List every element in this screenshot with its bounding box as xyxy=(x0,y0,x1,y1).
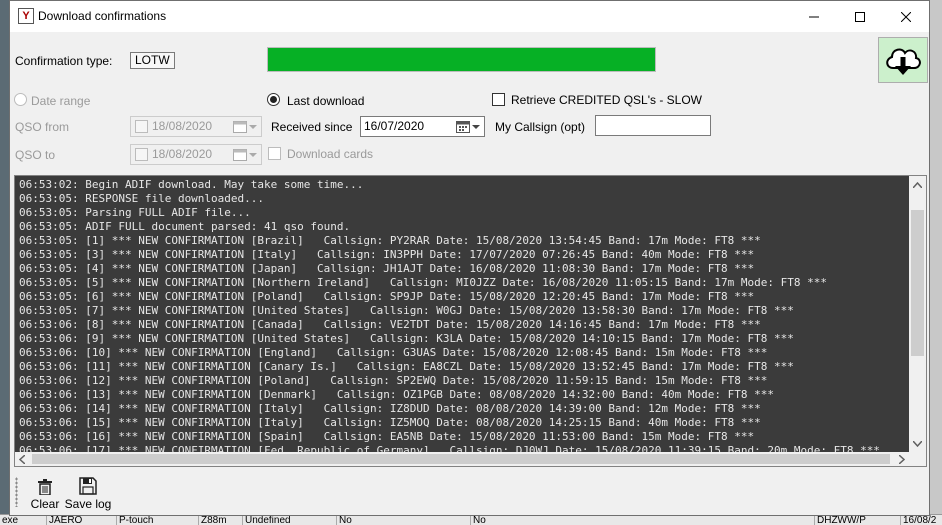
download-confirmations-window: Y Download confirmations Confirmation ty… xyxy=(9,0,930,516)
my-callsign-input[interactable] xyxy=(595,115,711,136)
chevron-right-icon xyxy=(899,454,905,464)
log-line: 06:53:05: [1] *** NEW CONFIRMATION [Braz… xyxy=(19,234,761,247)
taskbar-cell: 16/08/2 xyxy=(900,515,942,525)
taskbar-cell: exe xyxy=(2,515,19,525)
scrollbar-corner xyxy=(909,452,926,466)
qso-to-value: 18/08/2020 xyxy=(152,147,213,161)
bottom-toolbar: Clear Save log xyxy=(14,473,927,513)
received-since-value: 16/07/2020 xyxy=(364,119,425,133)
last-download-radio[interactable] xyxy=(267,93,280,106)
log-lines: 06:53:02: Begin ADIF download. May take … xyxy=(19,178,911,454)
taskbar-cell: JAERO xyxy=(46,515,86,525)
log-line: 06:53:06: [11] *** NEW CONFIRMATION [Can… xyxy=(19,360,794,373)
log-line: 06:53:05: [4] *** NEW CONFIRMATION [Japa… xyxy=(19,262,755,275)
horizontal-scroll-thumb[interactable] xyxy=(32,454,890,464)
minimize-button[interactable] xyxy=(791,1,837,32)
log-line: 06:53:05: [3] *** NEW CONFIRMATION [Ital… xyxy=(19,248,755,261)
log-line: 06:53:06: [8] *** NEW CONFIRMATION [Cana… xyxy=(19,318,761,331)
log-line: 06:53:06: [15] *** NEW CONFIRMATION [Ita… xyxy=(19,416,761,429)
window-title: Download confirmations xyxy=(38,9,167,23)
log-line: 06:53:06: [14] *** NEW CONFIRMATION [Ita… xyxy=(19,402,761,415)
date-range-label: Date range xyxy=(31,94,91,108)
date-range-radio[interactable] xyxy=(14,93,27,106)
log-line: 06:53:05: [5] *** NEW CONFIRMATION [Nort… xyxy=(19,276,827,289)
chevron-left-icon xyxy=(19,454,25,464)
desktop-background-left xyxy=(0,0,9,525)
calendar-icon xyxy=(233,149,247,161)
log-output[interactable]: 06:53:02: Begin ADIF download. May take … xyxy=(14,175,927,467)
log-line: 06:53:05: Parsing FULL ADIF file... xyxy=(19,206,251,219)
log-line: 06:53:05: [7] *** NEW CONFIRMATION [Unit… xyxy=(19,304,794,317)
log-line: 06:53:06: [16] *** NEW CONFIRMATION [Spa… xyxy=(19,430,755,443)
title-bar[interactable]: Y Download confirmations xyxy=(10,1,929,32)
chevron-down-icon xyxy=(249,153,257,157)
download-button[interactable] xyxy=(878,37,928,83)
qso-to-date-picker[interactable]: 18/08/2020 xyxy=(130,144,262,165)
vertical-scroll-thumb[interactable] xyxy=(911,210,924,356)
qso-from-date-picker[interactable]: 18/08/2020 xyxy=(130,116,262,137)
log-line: 06:53:05: ADIF FULL document parsed: 41 … xyxy=(19,220,351,233)
desktop-background-right xyxy=(930,0,942,525)
received-since-label: Received since xyxy=(271,120,353,134)
qso-from-value: 18/08/2020 xyxy=(152,119,213,133)
toolbar-grip[interactable] xyxy=(15,477,18,507)
qso-from-label: QSO from xyxy=(15,120,70,134)
clear-button-label: Clear xyxy=(30,497,60,511)
horizontal-scrollbar[interactable] xyxy=(15,452,909,466)
log-line: 06:53:06: [13] *** NEW CONFIRMATION [Den… xyxy=(19,388,774,401)
scroll-left-button[interactable] xyxy=(15,452,29,466)
qso-to-enable-checkbox[interactable] xyxy=(135,148,148,161)
log-line: 06:53:05: [6] *** NEW CONFIRMATION [Pola… xyxy=(19,290,755,303)
taskbar-cell: DHZWW/P xyxy=(814,515,898,525)
taskbar-cell: Undefined xyxy=(242,515,332,525)
chevron-down-icon xyxy=(913,440,922,447)
log-line: 06:53:02: Begin ADIF download. May take … xyxy=(19,178,364,191)
close-icon xyxy=(901,11,911,22)
scroll-up-button[interactable] xyxy=(909,176,926,193)
trash-icon xyxy=(38,479,52,495)
chevron-up-icon xyxy=(913,181,922,188)
maximize-button[interactable] xyxy=(837,1,883,32)
save-log-button-label: Save log xyxy=(64,497,112,511)
retrieve-credited-checkbox[interactable] xyxy=(492,93,505,106)
log-line: 06:53:06: [12] *** NEW CONFIRMATION [Pol… xyxy=(19,374,768,387)
log-line: 06:53:06: [9] *** NEW CONFIRMATION [Unit… xyxy=(19,332,794,345)
download-progress-bar xyxy=(267,47,656,72)
clear-button[interactable]: Clear xyxy=(30,475,60,513)
maximize-icon xyxy=(855,11,865,22)
received-since-date-picker[interactable]: 16/07/2020 xyxy=(360,116,485,137)
progress-fill xyxy=(268,48,655,71)
taskbar-cell: Z88m xyxy=(198,515,238,525)
vertical-scrollbar[interactable] xyxy=(909,176,926,452)
last-download-label: Last download xyxy=(287,94,365,108)
taskbar-cell: P-touch xyxy=(116,515,162,525)
retrieve-credited-label: Retrieve CREDITED QSL's - SLOW xyxy=(511,93,702,107)
log-line: 06:53:06: [10] *** NEW CONFIRMATION [Eng… xyxy=(19,346,768,359)
my-callsign-label: My Callsign (opt) xyxy=(495,120,586,134)
calendar-icon xyxy=(233,121,247,133)
confirmation-type-label: Confirmation type: xyxy=(15,54,113,68)
chevron-down-icon xyxy=(249,125,257,129)
download-cards-label: Download cards xyxy=(287,147,374,161)
app-icon[interactable]: Y xyxy=(18,8,34,24)
download-cards-checkbox[interactable] xyxy=(268,147,281,160)
cloud-download-icon xyxy=(886,48,921,75)
confirmation-type-value: LOTW xyxy=(130,52,175,69)
scroll-right-button[interactable] xyxy=(895,452,909,466)
floppy-disk-icon xyxy=(79,477,97,495)
qso-from-enable-checkbox[interactable] xyxy=(135,120,148,133)
close-button[interactable] xyxy=(883,1,929,32)
calendar-icon xyxy=(456,121,470,133)
scroll-down-button[interactable] xyxy=(909,435,926,452)
taskbar-cell: No xyxy=(336,515,466,525)
minimize-icon xyxy=(809,16,819,17)
save-log-button[interactable]: Save log xyxy=(64,475,112,513)
qso-to-label: QSO to xyxy=(15,148,56,162)
radio-selected-dot xyxy=(270,96,277,103)
taskbar-cell: No xyxy=(470,515,600,525)
chevron-down-icon xyxy=(472,125,480,129)
log-line: 06:53:05: RESPONSE file downloaded... xyxy=(19,192,265,205)
